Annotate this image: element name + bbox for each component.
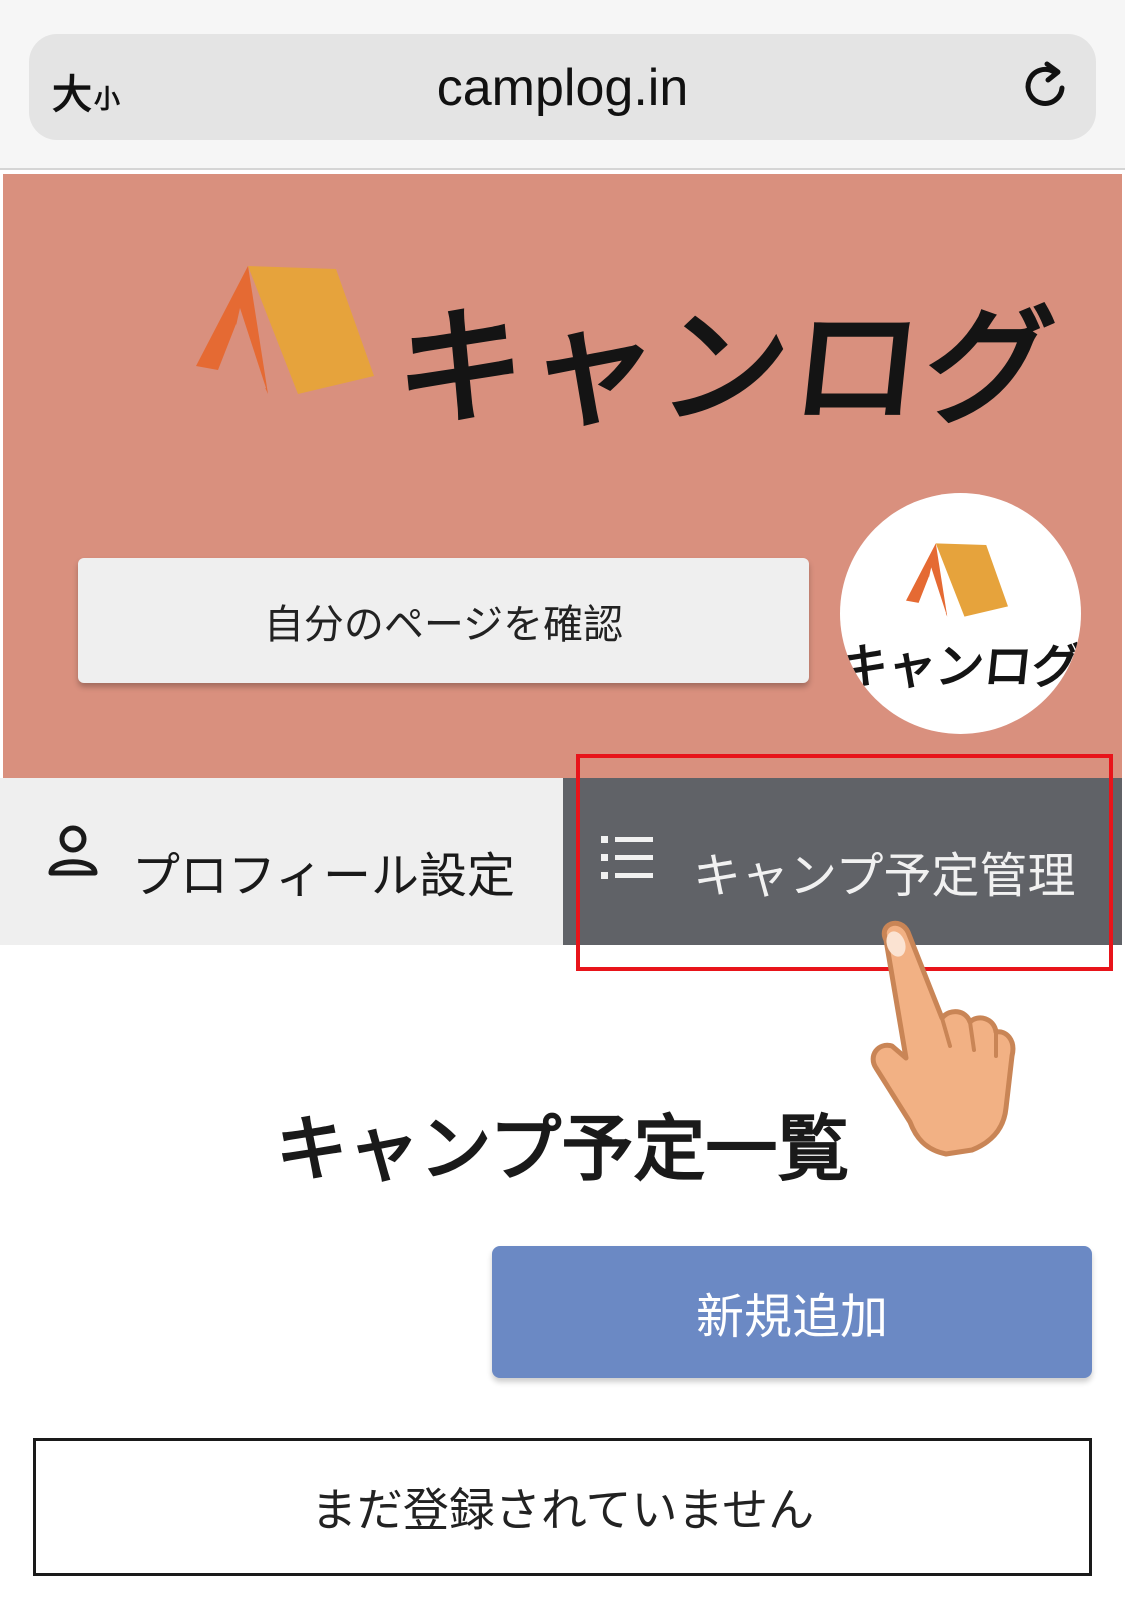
avatar[interactable]: キャンログ [840,493,1081,734]
tent-logo-icon [196,266,374,394]
tab-profile-label: プロフィール設定 [132,848,516,904]
tab-profile-settings[interactable]: プロフィール設定 [0,778,563,945]
user-icon [48,825,98,876]
view-my-page-button[interactable]: 自分のページを確認 [78,558,809,683]
logo-wordmark: キャンログ [388,294,1065,443]
url-text[interactable]: camplog.in [0,58,1125,118]
add-new-button[interactable]: 新規追加 [492,1246,1092,1378]
empty-state-message: まだ登録されていません [33,1438,1092,1576]
hero-banner: キャンログ 自分のページを確認 キャンログ [3,174,1122,778]
page-title: キャンプ予定一覧 [275,1107,850,1191]
avatar-tent-icon [906,543,1008,617]
highlight-box [576,754,1113,971]
avatar-wordmark: キャンログ [840,639,1081,695]
browser-toolbar: 大 小 camplog.in [0,0,1125,170]
reload-icon[interactable] [1018,58,1074,114]
